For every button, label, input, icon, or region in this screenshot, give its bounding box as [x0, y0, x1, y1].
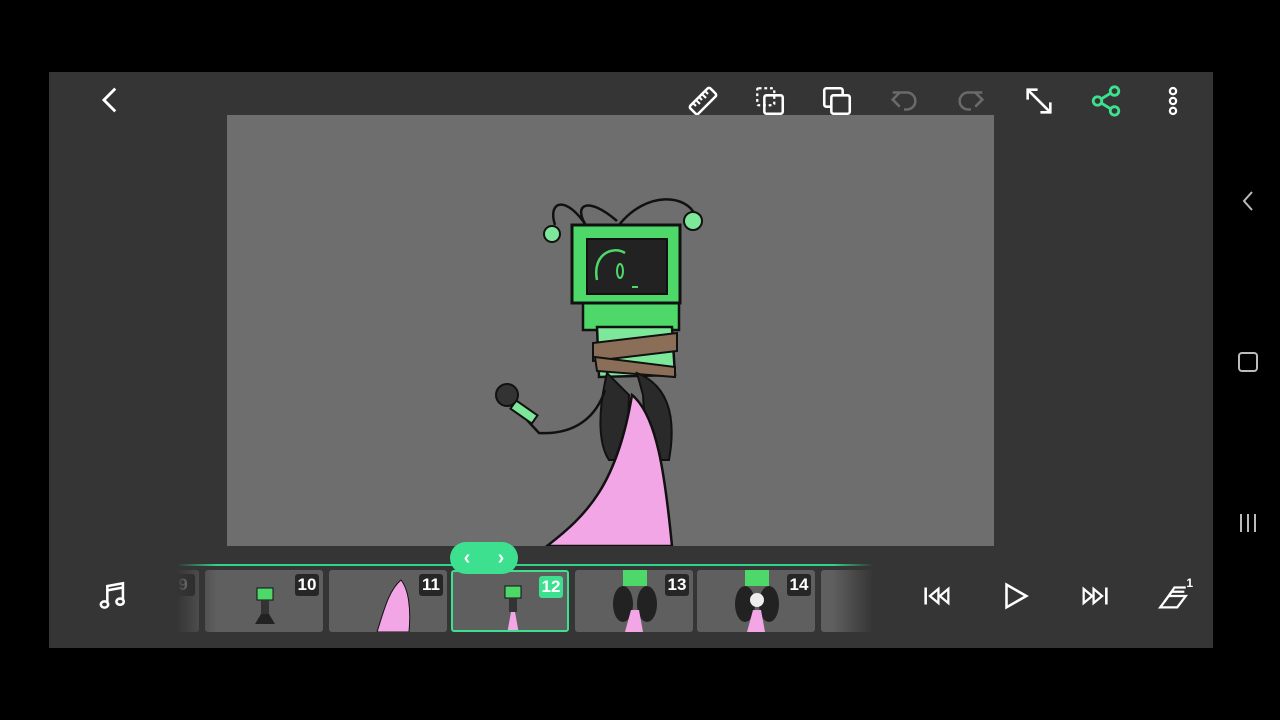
- frame-thumbnail[interactable]: 10: [205, 570, 323, 632]
- music-note-icon[interactable]: [91, 574, 135, 618]
- frame-thumbnail[interactable]: 14: [697, 570, 815, 632]
- frame-thumbnail-selected[interactable]: 12: [451, 570, 569, 632]
- chevron-right-icon[interactable]: ›: [498, 547, 505, 570]
- skip-to-start-icon[interactable]: [915, 574, 959, 618]
- skip-to-end-icon[interactable]: [1073, 574, 1117, 618]
- more-vert-icon[interactable]: [1153, 81, 1193, 121]
- layers-icon[interactable]: 1: [1151, 574, 1195, 618]
- system-home-icon[interactable]: [1233, 347, 1263, 377]
- frame-thumbnail[interactable]: 11: [329, 570, 447, 632]
- frame-scrubber[interactable]: ‹ ›: [450, 542, 518, 574]
- frame-number: 13: [665, 574, 689, 596]
- frame-number: 12: [539, 576, 563, 598]
- chevron-left-icon[interactable]: ‹: [464, 547, 471, 570]
- system-back-icon[interactable]: [1233, 186, 1263, 216]
- frame-timeline[interactable]: 9 10 11 12 13 14: [177, 556, 873, 632]
- system-recents-icon[interactable]: [1233, 508, 1263, 538]
- frame-thumbnail[interactable]: 13: [575, 570, 693, 632]
- share-icon[interactable]: [1086, 81, 1126, 121]
- timeline-track: [177, 564, 873, 566]
- drawing-canvas[interactable]: [227, 115, 994, 546]
- frame-number: 14: [787, 574, 811, 596]
- fullscreen-icon[interactable]: [1019, 81, 1059, 121]
- frame-number: 11: [419, 574, 443, 596]
- play-icon[interactable]: [993, 574, 1037, 618]
- character-drawing: [495, 198, 703, 546]
- timeline-fade-right: [833, 556, 873, 632]
- animation-editor: 9 10 11 12 13 14 ‹ ›: [49, 72, 1213, 648]
- timeline-fade-left: [177, 556, 217, 632]
- frame-number: 10: [295, 574, 319, 596]
- back-arrow-icon[interactable]: [91, 80, 131, 120]
- layers-count: 1: [1186, 576, 1193, 590]
